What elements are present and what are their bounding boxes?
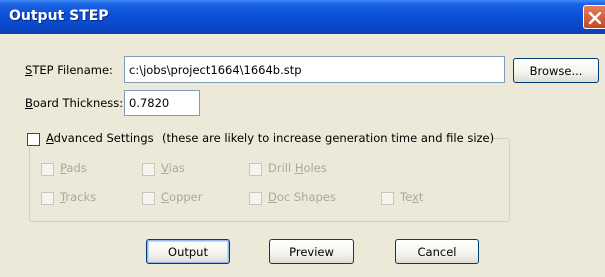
advanced-settings-group bbox=[29, 138, 510, 222]
cancel-button[interactable]: Cancel bbox=[395, 239, 479, 264]
browse-button[interactable]: Browse... bbox=[513, 58, 599, 83]
drill-holes-label: Drill Holes bbox=[268, 161, 327, 175]
advanced-settings-header: Advanced Settings (these are likely to i… bbox=[24, 130, 494, 147]
preview-button[interactable]: Preview bbox=[269, 239, 354, 264]
tracks-label: Tracks bbox=[60, 190, 97, 204]
pads-label: Pads bbox=[60, 161, 87, 175]
text-checkbox[interactable] bbox=[381, 192, 394, 205]
board-thickness-input[interactable] bbox=[124, 90, 200, 116]
title-bar[interactable]: Output STEP bbox=[0, 0, 605, 34]
doc-shapes-label: Doc Shapes bbox=[268, 190, 336, 204]
vias-label: Vias bbox=[161, 161, 185, 175]
step-filename-label: STEP Filename: bbox=[25, 63, 113, 77]
pads-checkbox[interactable] bbox=[41, 163, 54, 176]
vias-checkbox[interactable] bbox=[142, 163, 155, 176]
advanced-settings-label[interactable]: Advanced Settings bbox=[46, 131, 154, 145]
advanced-settings-note: (these are likely to increase generation… bbox=[162, 131, 495, 145]
copper-checkbox[interactable] bbox=[142, 192, 155, 205]
window-title: Output STEP bbox=[9, 8, 109, 24]
output-button[interactable]: Output bbox=[146, 239, 230, 264]
close-button[interactable] bbox=[583, 5, 605, 29]
doc-shapes-checkbox[interactable] bbox=[249, 192, 262, 205]
step-filename-input[interactable] bbox=[124, 56, 505, 83]
output-step-dialog: Output STEP STEP Filename: Browse... Boa… bbox=[0, 0, 605, 277]
board-thickness-label: Board Thickness: bbox=[25, 96, 124, 110]
copper-label: Copper bbox=[161, 190, 203, 204]
advanced-settings-checkbox[interactable] bbox=[27, 133, 40, 146]
close-icon bbox=[588, 11, 602, 25]
drill-holes-checkbox[interactable] bbox=[249, 163, 262, 176]
text-label: Text bbox=[400, 190, 424, 204]
tracks-checkbox[interactable] bbox=[41, 192, 54, 205]
